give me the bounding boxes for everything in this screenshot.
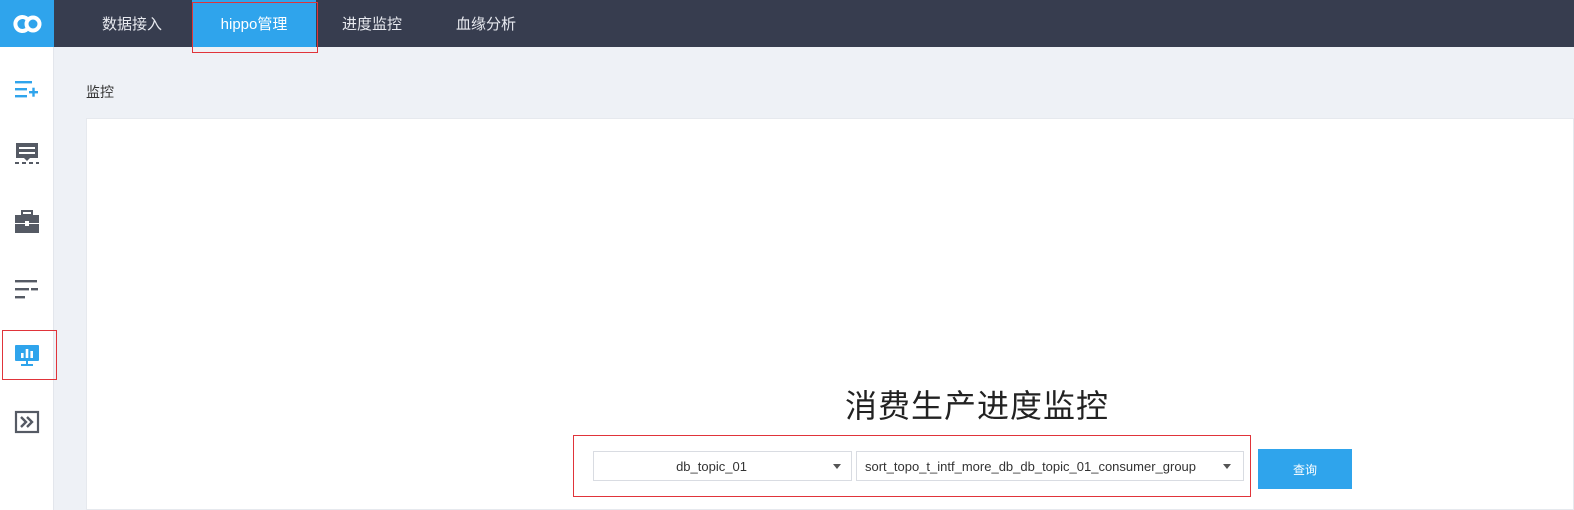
sidebar-item-align-left[interactable]	[0, 265, 54, 313]
topic-select-value: db_topic_01	[676, 458, 747, 474]
tab-label: 进度监控	[341, 16, 402, 33]
tab-data-access[interactable]: 数据接入	[86, 0, 178, 47]
query-button[interactable]: 查询	[1258, 449, 1352, 489]
breadcrumb: 监控	[86, 84, 114, 100]
sidebar-item-expand[interactable]	[0, 398, 54, 446]
caret-down-icon	[833, 463, 841, 469]
message-board-icon	[15, 143, 39, 164]
sidebar	[0, 47, 54, 510]
list-add-icon	[15, 81, 38, 98]
align-left-icon	[15, 280, 38, 299]
sidebar-item-monitor[interactable]	[0, 331, 54, 379]
toolbox-icon	[15, 210, 39, 233]
sidebar-item-message-board[interactable]	[0, 130, 54, 178]
tab-label: 血缘分析	[455, 16, 516, 33]
double-chevron-right-icon	[14, 410, 40, 434]
consumer-group-select[interactable]: sort_topo_t_intf_more_db_db_topic_01_con…	[856, 451, 1244, 481]
tab-lineage-analysis[interactable]: 血缘分析	[440, 0, 532, 47]
logo[interactable]	[0, 0, 54, 47]
sidebar-item-toolbox[interactable]	[0, 198, 54, 246]
tab-label: hippo管理	[220, 16, 288, 33]
query-button-label: 查询	[1292, 462, 1317, 477]
co-logo-icon	[13, 14, 42, 33]
tab-hippo-management[interactable]: hippo管理	[192, 0, 316, 47]
caret-down-icon	[1223, 463, 1231, 469]
tab-progress-monitor[interactable]: 进度监控	[326, 0, 418, 47]
consumer-group-select-value: sort_topo_t_intf_more_db_db_topic_01_con…	[865, 458, 1197, 474]
tab-label: 数据接入	[101, 16, 162, 33]
monitor-chart-icon	[15, 345, 39, 366]
sidebar-item-list-add[interactable]	[0, 65, 54, 113]
page-title: 消费生产进度监控	[844, 388, 1109, 424]
topic-select[interactable]: db_topic_01	[593, 451, 852, 481]
top-navbar: 数据接入 hippo管理 进度监控 血缘分析	[0, 0, 1574, 47]
